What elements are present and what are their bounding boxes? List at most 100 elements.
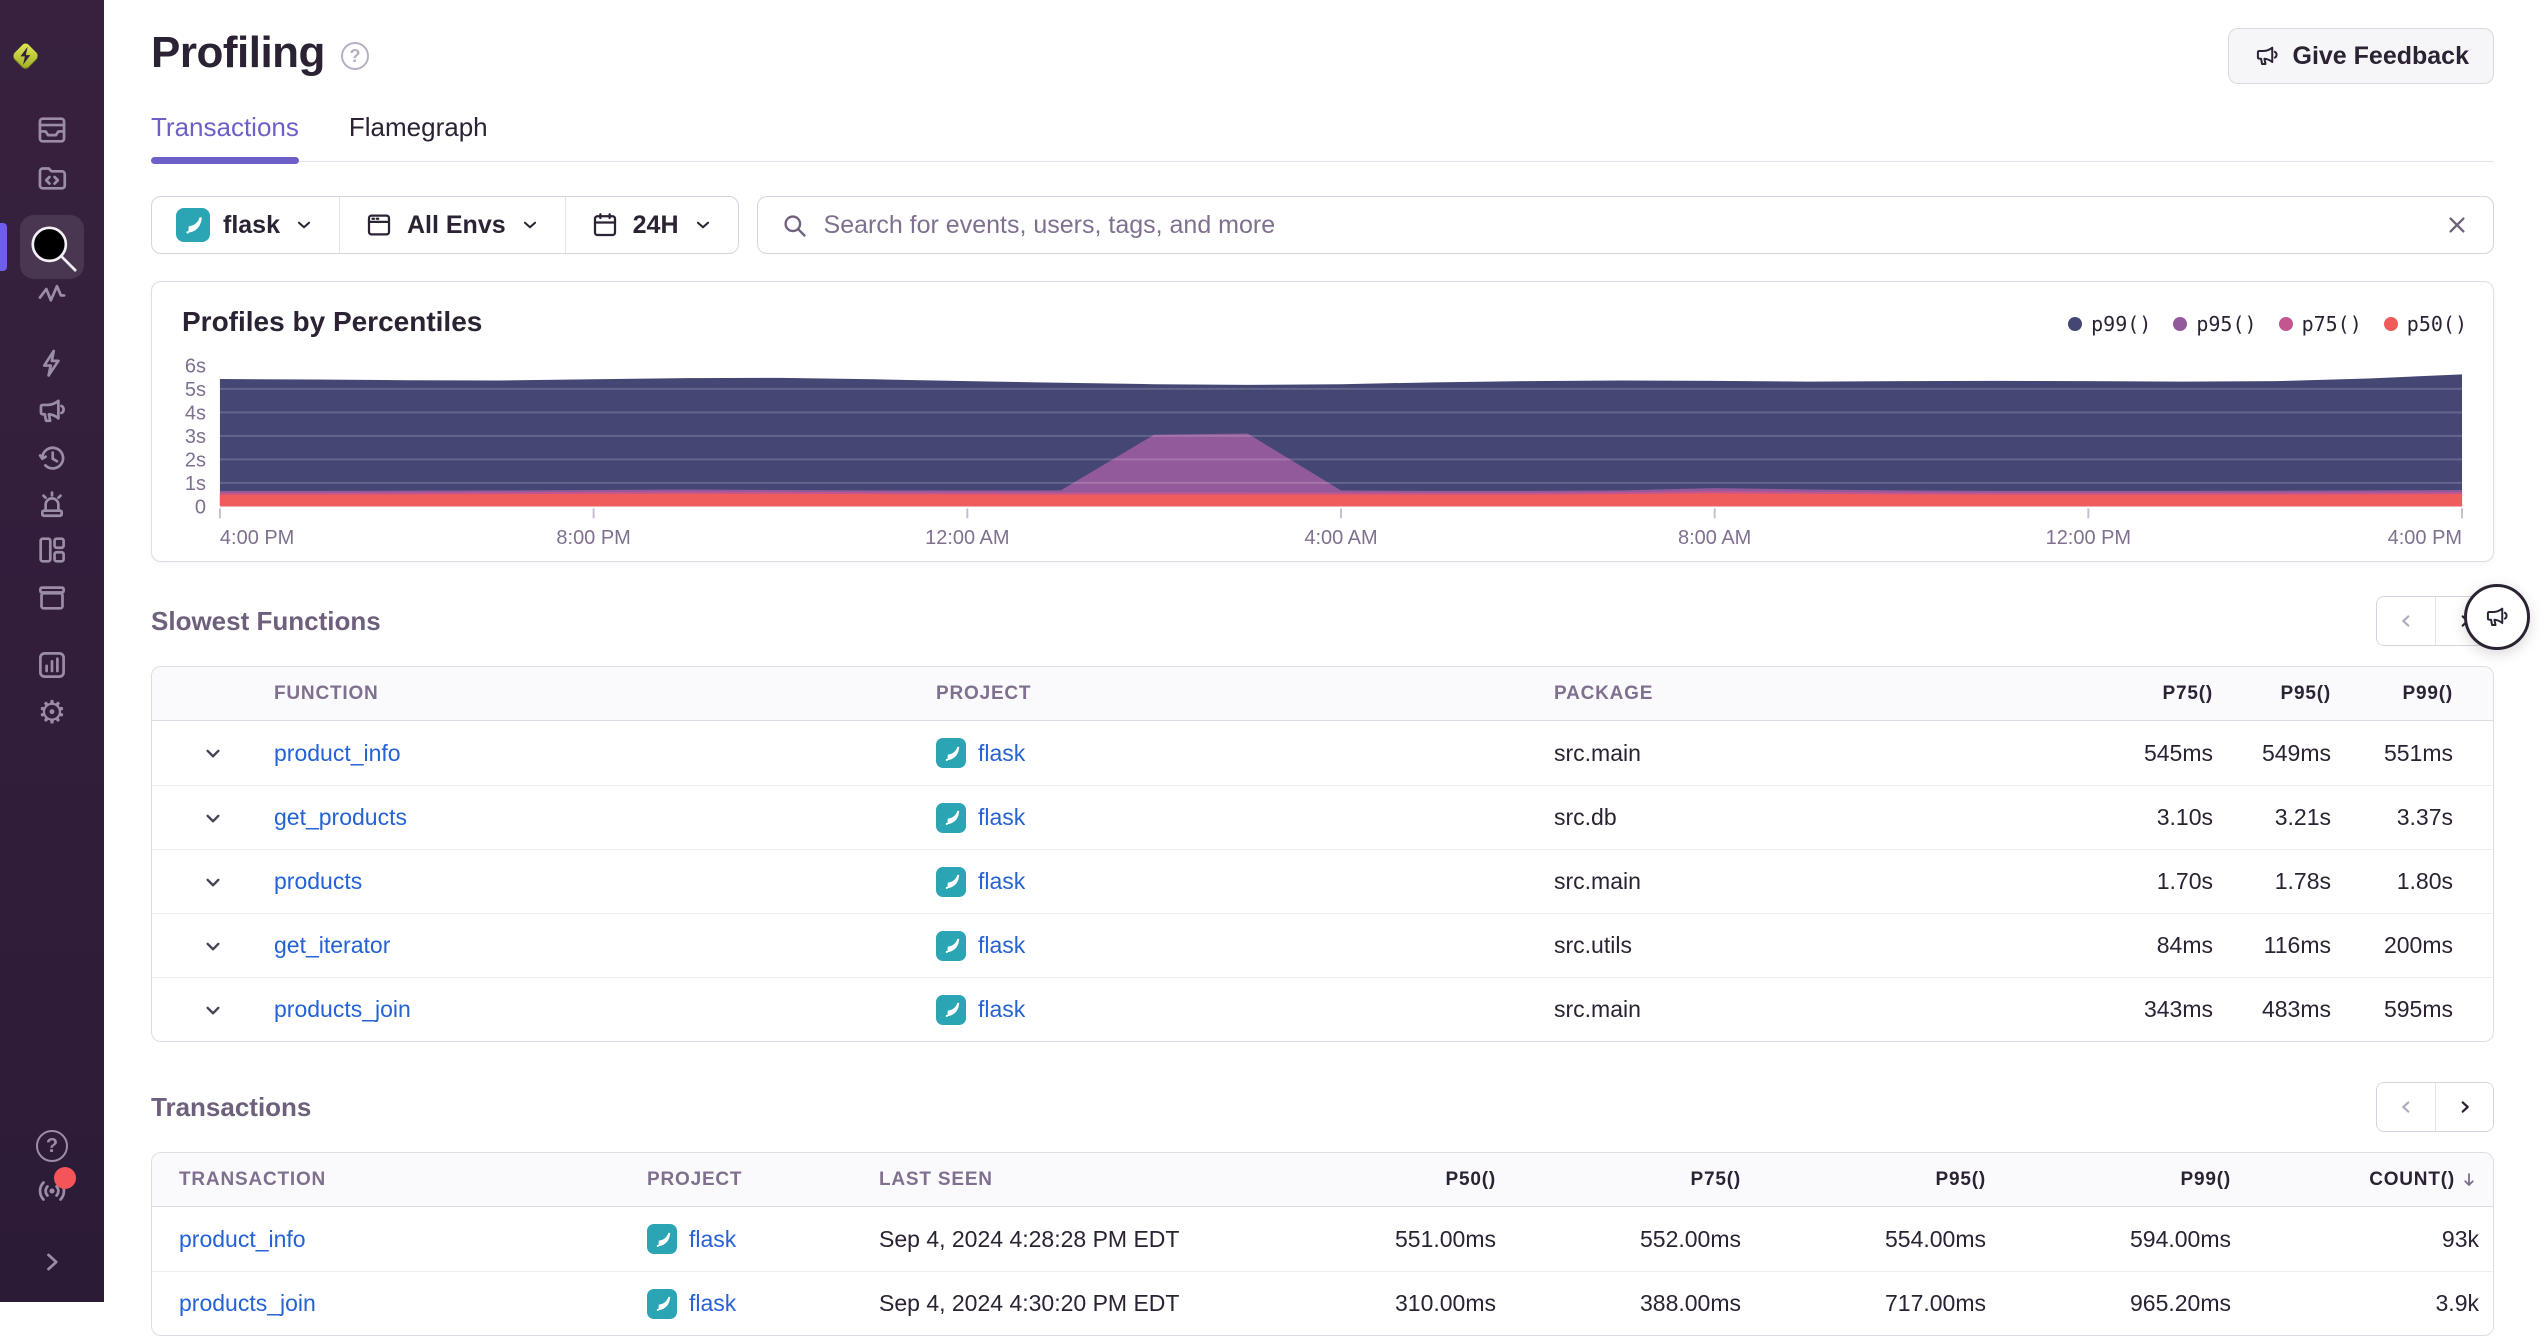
project-link[interactable]: flask [978, 868, 1025, 895]
transactions-title: Transactions [151, 1091, 312, 1122]
sidebar-item-search-active[interactable] [20, 215, 84, 279]
y-axis-tick: 6s [185, 355, 206, 377]
legend-label: p95() [2196, 312, 2257, 336]
legend-item[interactable]: p95() [2173, 312, 2257, 336]
legend-item[interactable]: p75() [2278, 312, 2362, 336]
col-p99: P99() [2180, 1168, 2231, 1190]
y-axis-tick: 5s [185, 379, 206, 401]
prev-page-button[interactable] [2377, 1083, 2435, 1131]
x-axis-tick: 12:00 AM [925, 527, 1009, 549]
col-package: PACKAGE [1554, 682, 1654, 704]
p95-cell: 554.00ms [1884, 1225, 1986, 1252]
sidebar-item-whats-new[interactable] [35, 1167, 76, 1208]
package-cell: src.utils [1554, 932, 1632, 958]
flask-project-icon [936, 866, 966, 897]
expand-row-button[interactable] [152, 805, 274, 831]
sidebar-item-help[interactable]: ? [35, 1129, 69, 1163]
megaphone-icon [2486, 607, 2508, 627]
give-feedback-button[interactable]: Give Feedback [2227, 28, 2494, 84]
col-p95: P95() [2280, 682, 2331, 704]
environment-filter[interactable]: All Envs [338, 197, 565, 253]
col-count[interactable]: COUNT() [2231, 1169, 2479, 1191]
transaction-link[interactable]: product_info [179, 1226, 306, 1252]
col-project: PROJECT [936, 682, 1032, 704]
sidebar-item-quick-start[interactable] [35, 346, 69, 380]
sidebar-item-traces[interactable] [35, 277, 69, 311]
sidebar-item-stats[interactable] [35, 648, 69, 682]
expand-row-button[interactable] [152, 869, 274, 895]
project-link[interactable]: flask [978, 996, 1025, 1023]
slowest-functions-title: Slowest Functions [151, 605, 381, 636]
search-icon [31, 226, 77, 272]
col-p95: P95() [1935, 1168, 1986, 1190]
project-link[interactable]: flask [689, 1290, 736, 1317]
sidebar-item-feedback[interactable] [35, 394, 69, 428]
sidebar-item-settings[interactable]: ⚙ [35, 695, 69, 729]
chevron-right-icon [47, 1253, 58, 1271]
history-clock-icon [38, 446, 65, 470]
sidebar-item-alerts[interactable] [35, 488, 69, 522]
tab-flamegraph[interactable]: Flamegraph [349, 112, 488, 161]
sidebar-item-explore[interactable] [35, 160, 69, 194]
sidebar-item-releases[interactable] [35, 580, 69, 614]
calendar-icon [593, 213, 616, 237]
p99-cell: 3.37s [2396, 804, 2453, 830]
project-link[interactable]: flask [978, 740, 1025, 767]
package-cell: src.db [1554, 804, 1617, 830]
flask-project-icon [936, 738, 966, 768]
project-link[interactable]: flask [689, 1226, 736, 1253]
function-link[interactable]: product_info [274, 740, 401, 766]
prev-page-button[interactable] [2377, 597, 2435, 645]
p95-cell: 483ms [2261, 996, 2331, 1022]
p75-cell: 388.00ms [1639, 1290, 1741, 1316]
table-row: products_join flask src.main 343ms 483ms… [152, 977, 2493, 1041]
search-input[interactable] [823, 210, 2427, 240]
help-icon: ? [36, 1130, 68, 1162]
legend-swatch [2278, 317, 2293, 331]
inbox-icon [38, 117, 66, 143]
expand-row-button[interactable] [152, 740, 274, 766]
table-row: products_join flask Sep 4, 2024 4:30:20 … [152, 1271, 2493, 1335]
x-axis-tick: 4:00 AM [1304, 527, 1377, 549]
chevron-down-icon [206, 878, 220, 886]
function-link[interactable]: products [274, 868, 362, 894]
flask-project-icon [647, 1288, 677, 1319]
count-cell: 3.9k [2435, 1290, 2479, 1316]
megaphone-icon [39, 399, 65, 423]
legend-item[interactable]: p99() [2068, 312, 2151, 336]
project-link[interactable]: flask [978, 804, 1025, 831]
expand-row-button[interactable] [152, 997, 274, 1023]
sentry-logo[interactable] [0, 30, 52, 82]
sidebar-item-dashboards[interactable] [35, 533, 69, 567]
project-filter[interactable]: flask [152, 197, 339, 253]
y-axis-tick: 3s [185, 426, 206, 448]
chevron-down-icon [206, 749, 220, 758]
siren-icon [41, 491, 63, 518]
function-link[interactable]: get_iterator [274, 932, 390, 958]
table-row: products flask src.main 1.70s 1.78s 1.80… [152, 849, 2493, 913]
table-header-row: FUNCTION PROJECT PACKAGE P75() P95() P99… [152, 667, 2493, 721]
timerange-filter[interactable]: 24H [564, 197, 738, 253]
project-link[interactable]: flask [978, 932, 1025, 959]
sidebar-item-replays[interactable] [35, 441, 69, 475]
layout-grid-icon [39, 537, 65, 563]
p75-cell: 343ms [2143, 996, 2213, 1022]
sidebar-collapse-button[interactable] [35, 1245, 69, 1279]
function-link[interactable]: get_products [274, 804, 407, 830]
x-axis-tick: 8:00 PM [556, 527, 630, 549]
active-nav-indicator [0, 223, 7, 271]
function-link[interactable]: products_join [274, 996, 411, 1022]
page-help-icon[interactable]: ? [340, 42, 369, 70]
window-icon [367, 214, 391, 236]
next-page-button[interactable] [2435, 1083, 2493, 1131]
floating-feedback-button[interactable] [2464, 584, 2530, 650]
sidebar-item-issues[interactable] [35, 113, 69, 147]
clear-search-icon[interactable] [2443, 211, 2471, 239]
legend-item[interactable]: p50() [2383, 312, 2467, 336]
code-folder-icon [38, 167, 67, 190]
expand-row-button[interactable] [152, 933, 274, 959]
flask-project-icon [647, 1224, 677, 1254]
transaction-link[interactable]: products_join [179, 1290, 316, 1316]
tab-transactions[interactable]: Transactions [151, 112, 299, 164]
p99-cell: 965.20ms [2129, 1290, 2231, 1316]
